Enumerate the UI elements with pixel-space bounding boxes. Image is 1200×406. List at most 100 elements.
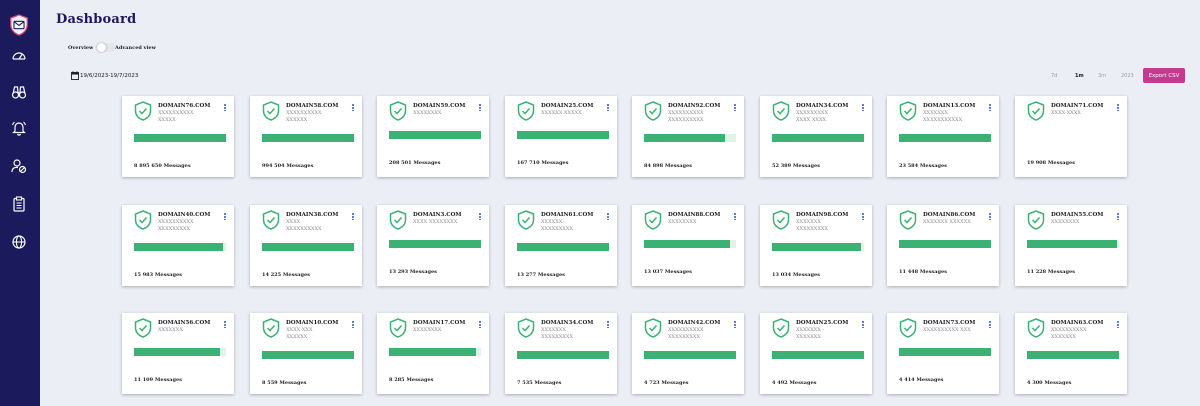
more-options-icon[interactable] [224,213,227,222]
domain-card[interactable]: DOMAIN10.COM XXXX XXX XXXXXX 8 559 Messages [250,313,362,394]
more-options-icon[interactable] [862,104,865,113]
user-block-icon[interactable] [11,158,27,174]
domain-card[interactable]: DOMAIN42.COM XXXXXXXXXX XXXXXXXXX 4 723 Mes… [632,313,744,394]
message-count: 13 034 Messages [772,272,820,278]
more-options-icon[interactable] [734,104,737,113]
more-options-icon[interactable] [224,321,227,330]
more-options-icon[interactable] [734,321,737,330]
more-options-icon[interactable] [607,104,610,113]
domain-card[interactable]: DOMAIN88.COM XXXXXXXX 13 037 Messages [632,205,744,286]
domain-name: DOMAIN59.COM [413,103,466,109]
progress-bar [1027,351,1119,359]
domain-owner: XXXXXX [541,219,563,225]
domain-card[interactable]: DOMAIN3.COM XXXX XXXXXXXX 13 293 Messages [377,205,489,286]
domain-owner: XXXXXXXXXX [158,110,194,116]
more-options-icon[interactable] [352,321,355,330]
more-options-icon[interactable] [862,321,865,330]
more-options-icon[interactable] [862,213,865,222]
domain-card[interactable]: DOMAIN58.COM XXXXXXXXXX XXXXXX 994 504 Mess… [250,96,362,177]
domain-card[interactable]: DOMAIN92.COM XXXXXXXXXX XXXXXXXXXX 84 898 M… [632,96,744,177]
progress-fill [134,134,226,142]
range-3m-button[interactable]: 3m [1098,73,1106,79]
domain-owner: XXXXXXXXXX [1051,327,1087,333]
more-options-icon[interactable] [607,213,610,222]
domain-owner: XXXXXXX XXXXXX [923,219,971,225]
domain-owner: XXXXXXXXX [796,110,829,116]
domain-card[interactable]: DOMAIN76.COM XXXXXXXXXX XXXXX 8 895 650 Mes… [122,96,234,177]
domain-owner: XXXXXXXX [413,327,442,333]
more-options-icon[interactable] [479,321,482,330]
export-csv-button[interactable]: Export CSV [1143,68,1185,83]
domain-name: DOMAIN3.COM [413,212,462,218]
domain-card[interactable]: DOMAIN61.COM XXXXXX XXXXXXXXX 13 277 Messag… [505,205,617,286]
domain-owner: XXXXXXXXXX [668,327,704,333]
domain-card[interactable]: DOMAIN13.COM XXXXXXX XXXXXXXXXXX 23 584 Mes… [887,96,999,177]
message-count: 4 723 Messages [644,380,689,386]
domain-owner: XXXXXX XXXXX [541,110,582,116]
overview-label: Overview [68,45,94,51]
range-2023-button[interactable]: 2023 [1121,73,1134,79]
more-options-icon[interactable] [989,104,992,113]
domain-card[interactable]: DOMAIN17.COM XXXXXXXX 8 285 Messages [377,313,489,394]
speedometer-icon[interactable] [11,48,27,64]
more-options-icon[interactable] [479,104,482,113]
progress-fill [772,134,864,142]
more-options-icon[interactable] [607,321,610,330]
domain-card[interactable]: DOMAIN25.COM XXXXXX XXXXX 167 710 Messages [505,96,617,177]
domain-detail: XXXX XXXX [796,117,827,123]
domain-detail: XXXXXXXXX [541,226,574,232]
domain-owner: XXXX [286,219,301,225]
advanced-view-toggle[interactable] [96,43,115,52]
domain-owner: XXXXXXXX [1051,219,1080,225]
domain-detail: XXXXX [158,117,176,123]
domain-card[interactable]: DOMAIN98.COM XXXXXXX XXXXXXXXX 13 034 Messa… [760,205,872,286]
domain-card[interactable]: DOMAIN56.COM XXXXXXX 11 109 Messages [122,313,234,394]
message-count: 7 535 Messages [517,380,562,386]
clipboard-icon[interactable] [11,196,27,212]
domain-card[interactable]: DOMAIN40.COM XXXXXXXXXX XXXXXXXXX 15 983 Me… [122,205,234,286]
message-count: 11 228 Messages [1027,269,1075,275]
domain-detail: XXXXXXX [1051,334,1076,340]
date-range-text: 19/6/2023-19/7/2023 [80,73,139,79]
globe-icon[interactable] [11,234,27,250]
more-options-icon[interactable] [352,104,355,113]
domain-owner: XXXXXXX [541,327,566,333]
more-options-icon[interactable] [352,213,355,222]
domain-name: DOMAIN63.COM [1051,320,1104,326]
more-options-icon[interactable] [1117,321,1120,330]
domain-card[interactable]: DOMAIN55.COM XXXXXXXX 11 228 Messages [1015,205,1127,286]
more-options-icon[interactable] [479,213,482,222]
domain-name: DOMAIN76.COM [158,103,211,109]
domain-card[interactable]: DOMAIN86.COM XXXXXXX XXXXXX 11 448 Message… [887,205,999,286]
progress-bar [1027,131,1119,139]
progress-fill [517,351,609,359]
message-count: 167 710 Messages [517,160,569,166]
domain-card[interactable]: DOMAIN38.COM XXXX XXXXXXXXXX 14 225 Message… [250,205,362,286]
domain-owner: XXXXXXX [158,327,183,333]
more-options-icon[interactable] [224,104,227,113]
more-options-icon[interactable] [734,213,737,222]
logo-mail-shield-icon[interactable] [8,14,30,36]
toggle-knob [97,43,106,52]
domain-card[interactable]: DOMAIN59.COM XXXXXXXX 208 501 Messages [377,96,489,177]
progress-bar [644,351,736,359]
more-options-icon[interactable] [989,213,992,222]
domain-card[interactable]: DOMAIN34.COM XXXXXXX XXXXXXXXX 7 535 Messag… [505,313,617,394]
domain-card[interactable]: DOMAIN73.COM XXXXXXXXXX XXX 4 414 Messages [887,313,999,394]
range-1m-button[interactable]: 1m [1075,73,1084,79]
progress-fill [899,240,991,248]
shield-check-icon [772,318,790,338]
domain-card[interactable]: DOMAIN63.COM XXXXXXXXXX XXXXXXX 4 300 Messa… [1015,313,1127,394]
domain-owner: XXXXXXX [923,110,948,116]
more-options-icon[interactable] [989,321,992,330]
more-options-icon[interactable] [1117,213,1120,222]
domain-card[interactable]: DOMAIN25.COM XXXXXXX - XXXXXXX 4 492 Messag… [760,313,872,394]
advanced-view-label: Advanced view [115,45,156,51]
bell-icon[interactable] [11,120,27,136]
domain-card[interactable]: DOMAIN34.COM XXXXXXXXX XXXX XXXX 52 389 Mes… [760,96,872,177]
message-count: 8 895 650 Messages [134,163,191,169]
range-7d-button[interactable]: 7d [1051,73,1057,79]
binoculars-icon[interactable] [11,84,27,100]
more-options-icon[interactable] [1117,104,1120,113]
domain-card[interactable]: DOMAIN71.COM XXXX-XXXX 19 908 Messages [1015,96,1127,177]
